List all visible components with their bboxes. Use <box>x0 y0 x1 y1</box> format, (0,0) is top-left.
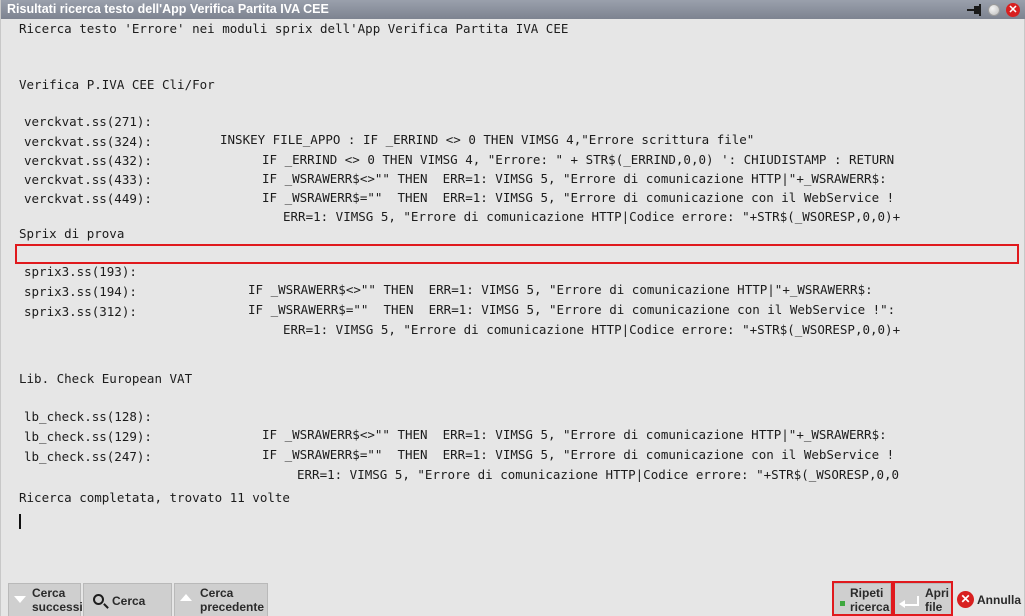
minimize-dot-icon[interactable] <box>988 3 1000 16</box>
title-bar-controls: ✕ <box>966 2 1020 17</box>
result-line[interactable]: sprix3.ss(194): IF _WSRAWERR$="" THEN ER… <box>24 265 895 317</box>
cancel-icon: ✕ <box>957 591 974 608</box>
group-title: Verifica P.IVA CEE Cli/For <box>19 77 215 92</box>
result-code: ERR=1: VIMSG 5, "Errore di comunicazione… <box>283 322 901 337</box>
window-title: Risultati ricerca testo dell'App Verific… <box>7 2 329 16</box>
result-code: ERR=1: VIMSG 5, "Errore di comunicazione… <box>297 467 900 482</box>
summary-line: Ricerca completata, trovato 11 volte <box>19 490 290 505</box>
title-bar[interactable]: Risultati ricerca testo dell'App Verific… <box>1 0 1025 19</box>
button-label-line1: Cerca <box>200 586 234 600</box>
result-code: IF _WSRAWERR$<>"" THEN ERR=1: VIMSG 5, "… <box>262 171 887 186</box>
result-code: IF _WSRAWERR$="" THEN ERR=1: VIMSG 5, "E… <box>262 447 895 462</box>
cerca-precedente-button[interactable]: Cerca precedente <box>174 583 268 616</box>
result-line[interactable]: sprix3.ss(312): ERR=1: VIMSG 5, "Errore … <box>24 285 900 337</box>
result-line[interactable]: verckvat.ss(449): ERR=1: VIMSG 5, "Error… <box>24 172 900 224</box>
function-bar: Cerca successivo Cerca Cerca precedente … <box>1 578 1025 616</box>
results-text-area[interactable]: Ricerca testo 'Errore' nei moduli sprix … <box>7 20 1020 580</box>
result-file: sprix3.ss(312): <box>24 304 137 319</box>
result-code: IF _WSRAWERR$="" THEN ERR=1: VIMSG 5, "E… <box>262 190 895 205</box>
arrow-down-icon <box>14 596 26 603</box>
close-icon[interactable]: ✕ <box>1006 2 1020 17</box>
button-label: Cerca <box>112 594 146 608</box>
result-file: verckvat.ss(449): <box>24 191 152 206</box>
result-line-highlighted[interactable]: sprix3.ss(193): IF _WSRAWERR$<>"" THEN E… <box>24 245 873 297</box>
arrow-up-icon <box>180 594 192 601</box>
group-title: Sprix di prova <box>19 226 125 241</box>
result-line[interactable]: verckvat.ss(433): IF _WSRAWERR$="" THEN … <box>24 153 894 205</box>
search-results-window: Risultati ricerca testo dell'App Verific… <box>0 0 1025 616</box>
search-icon <box>93 594 104 605</box>
result-code: IF _WSRAWERR$<>"" THEN ERR=1: VIMSG 5, "… <box>248 282 873 297</box>
button-label-line2: precedente <box>200 600 265 614</box>
ripeti-ricerca-highlight <box>832 581 893 616</box>
cerca-successivo-button[interactable]: Cerca successivo <box>8 583 97 616</box>
result-code: ERR=1: VIMSG 5, "Errore di comunicazione… <box>283 209 901 224</box>
highlighted-result-frame <box>15 244 1019 264</box>
apri-file-highlight <box>893 581 953 616</box>
result-code: IF _WSRAWERR$="" THEN ERR=1: VIMSG 5, "E… <box>248 302 896 317</box>
result-code: INSKEY FILE_APPO : IF _ERRIND <> 0 THEN … <box>220 132 755 147</box>
button-label: Annulla <box>977 593 1021 607</box>
pin-icon[interactable] <box>966 3 982 16</box>
annulla-button[interactable]: ✕ Annulla <box>954 583 1024 616</box>
result-code: IF _ERRIND <> 0 THEN VIMSG 4, "Errore: "… <box>262 152 895 167</box>
result-file: lb_check.ss(247): <box>24 449 152 464</box>
cerca-button[interactable]: Cerca <box>83 583 172 616</box>
result-line[interactable]: verckvat.ss(432): IF _WSRAWERR$<>"" THEN… <box>24 134 887 186</box>
result-line[interactable]: lb_check.ss(247): ERR=1: VIMSG 5, "Error… <box>24 430 899 482</box>
result-code: IF _WSRAWERR$<>"" THEN ERR=1: VIMSG 5, "… <box>262 427 887 442</box>
result-line[interactable]: lb_check.ss(129): IF _WSRAWERR$="" THEN … <box>24 410 894 462</box>
result-line[interactable]: verckvat.ss(271): INSKEY FILE_APPO : IF … <box>24 95 754 147</box>
group-title: Lib. Check European VAT <box>19 371 193 386</box>
text-cursor <box>19 514 21 529</box>
result-line[interactable]: lb_check.ss(128): IF _WSRAWERR$<>"" THEN… <box>24 390 887 442</box>
search-header-line: Ricerca testo 'Errore' nei moduli sprix … <box>19 21 569 36</box>
result-line[interactable]: verckvat.ss(324): IF _ERRIND <> 0 THEN V… <box>24 115 894 167</box>
button-label-line1: Cerca <box>32 586 66 600</box>
